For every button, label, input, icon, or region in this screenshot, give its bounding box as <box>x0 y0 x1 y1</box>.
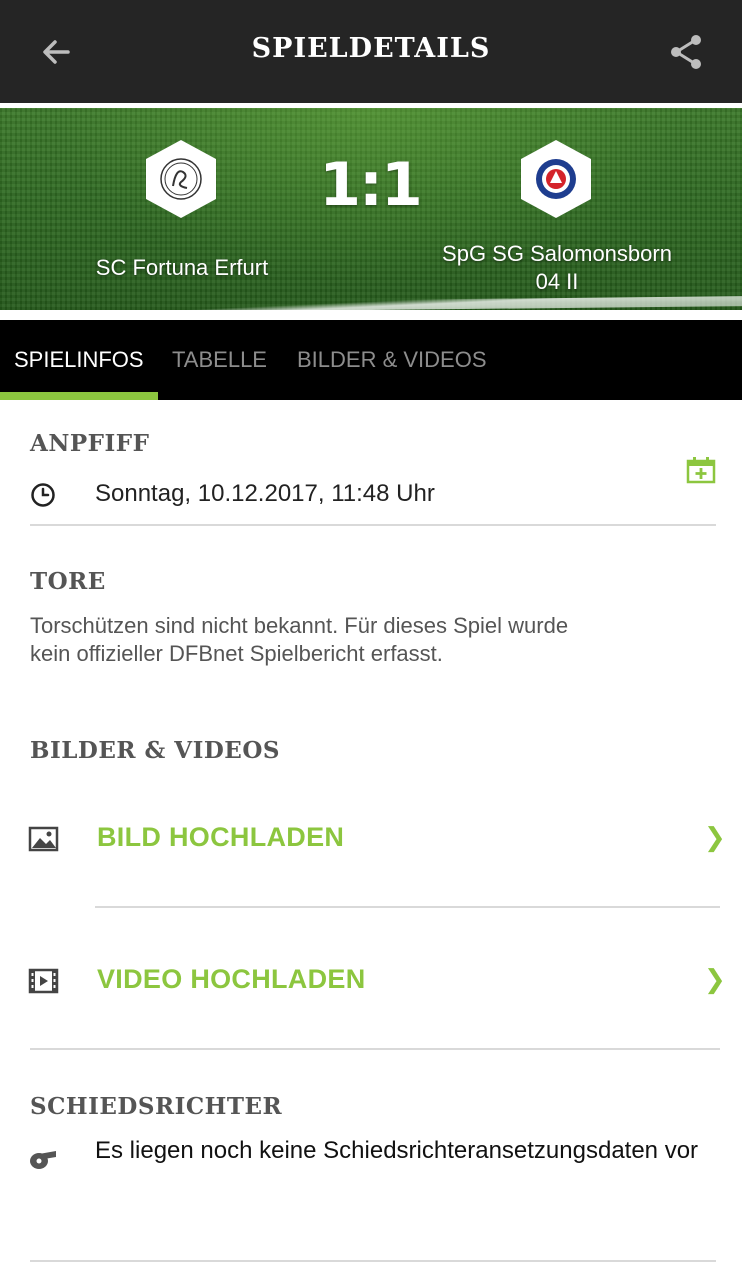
divider <box>30 524 716 526</box>
tab-bar: SPIELINFOS TABELLE BILDER & VIDEOS <box>0 320 742 400</box>
upload-video-button[interactable]: VIDEO HOCHLADEN ❯ <box>0 934 742 1024</box>
share-icon[interactable] <box>664 30 708 74</box>
clock-icon <box>30 482 56 508</box>
tab-tabelle[interactable]: TABELLE <box>172 347 267 373</box>
divider <box>30 1260 716 1262</box>
match-info-content: ANPFIFF Sonntag, 10.12.2017, 11:48 Uhr T… <box>0 400 742 1280</box>
away-team-crest[interactable] <box>518 138 594 220</box>
media-heading: BILDER & VIDEOS <box>30 737 280 764</box>
referee-heading: SCHIEDSRICHTER <box>30 1093 283 1120</box>
page-title: SPIELDETAILS <box>251 33 491 64</box>
whistle-icon <box>28 1146 58 1172</box>
top-app-bar: SPIELDETAILS <box>0 0 742 103</box>
kickoff-heading: ANPFIFF <box>30 430 150 457</box>
home-team-name[interactable]: SC Fortuna Erfurt <box>60 254 304 282</box>
chevron-right-icon: ❯ <box>704 964 726 994</box>
hero-bottom-border <box>0 310 742 316</box>
upload-photo-label: BILD HOCHLADEN <box>97 822 345 852</box>
chevron-right-icon: ❯ <box>704 822 726 852</box>
tab-bilder-videos[interactable]: BILDER & VIDEOS <box>297 347 487 373</box>
image-icon <box>28 825 60 853</box>
active-tab-indicator <box>0 392 158 400</box>
away-team-name[interactable]: SpG SG Salomonsborn 04 II <box>432 240 682 296</box>
kickoff-datetime: Sonntag, 10.12.2017, 11:48 Uhr <box>95 480 435 507</box>
upload-video-label: VIDEO HOCHLADEN <box>97 964 366 994</box>
divider <box>95 906 720 908</box>
film-icon <box>28 967 60 995</box>
divider <box>30 1048 720 1050</box>
goals-info-text: Torschützen sind nicht bekannt. Für dies… <box>30 613 569 666</box>
goals-heading: TORE <box>30 568 106 595</box>
match-score: 1:1 <box>319 150 423 220</box>
tab-spielinfos[interactable]: SPIELINFOS <box>14 347 144 373</box>
match-header: 1:1 SC Fortuna Erfurt SpG SG Salomonsbor… <box>0 108 742 316</box>
add-to-calendar-icon[interactable] <box>686 456 716 484</box>
home-team-crest[interactable] <box>143 138 219 220</box>
referee-info-text: Es liegen noch keine Schiedsrichteranset… <box>95 1137 699 1164</box>
upload-photo-button[interactable]: BILD HOCHLADEN ❯ <box>0 792 742 882</box>
